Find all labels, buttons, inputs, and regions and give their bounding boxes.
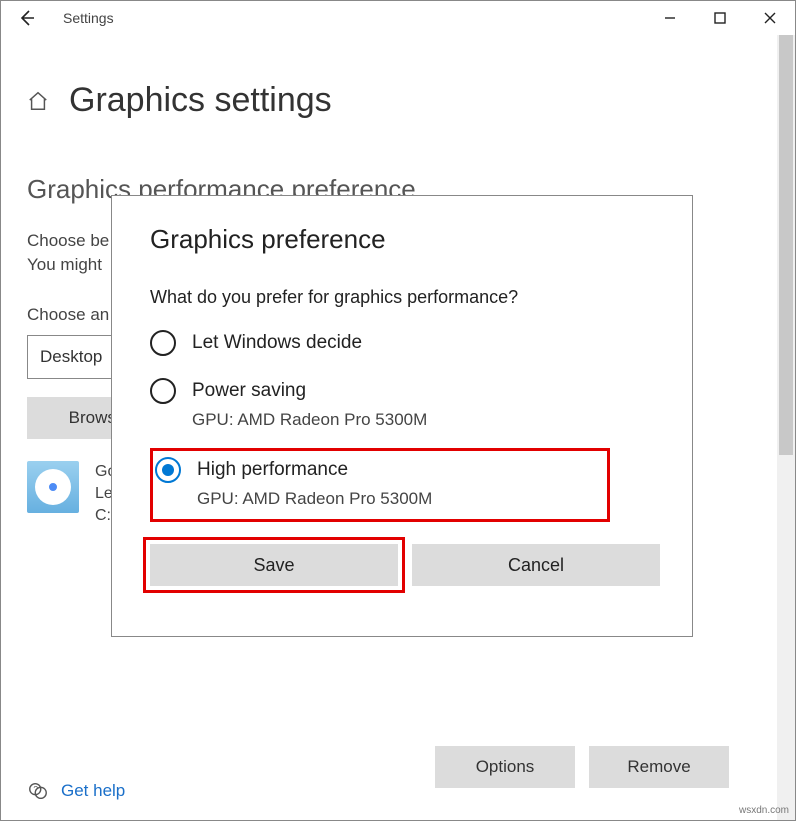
- option-label: High performance: [197, 459, 348, 481]
- select-value: Desktop: [40, 347, 102, 367]
- close-button[interactable]: [745, 1, 795, 35]
- window-controls: [645, 1, 795, 35]
- help-icon: ?: [27, 780, 49, 802]
- dialog-buttons: Save Cancel: [150, 544, 660, 586]
- get-help-link[interactable]: Get help: [61, 781, 125, 801]
- cancel-button[interactable]: Cancel: [412, 544, 660, 586]
- dialog-question: What do you prefer for graphics performa…: [150, 287, 660, 308]
- dialog-title: Graphics preference: [150, 224, 660, 255]
- home-icon[interactable]: [27, 90, 49, 112]
- radio-icon: [150, 330, 176, 356]
- option-label: Let Windows decide: [192, 332, 362, 354]
- radio-icon-selected: [155, 457, 181, 483]
- remove-button[interactable]: Remove: [589, 746, 729, 788]
- settings-window: Settings Graphics settings Graphics perf…: [0, 0, 796, 821]
- app-action-buttons: Options Remove: [27, 746, 769, 788]
- option-let-windows-decide[interactable]: Let Windows decide: [150, 330, 660, 356]
- option-high-performance[interactable]: High performance: [155, 457, 599, 483]
- minimize-button[interactable]: [645, 1, 695, 35]
- high-performance-gpu: GPU: AMD Radeon Pro 5300M: [197, 489, 599, 509]
- maximize-button[interactable]: [695, 1, 745, 35]
- page-title: Graphics settings: [69, 81, 332, 120]
- graphics-preference-dialog: Graphics preference What do you prefer f…: [111, 195, 693, 637]
- save-button[interactable]: Save: [150, 544, 398, 586]
- help-row: ? Get help: [27, 780, 125, 802]
- power-saving-gpu: GPU: AMD Radeon Pro 5300M: [192, 410, 660, 430]
- radio-icon: [150, 378, 176, 404]
- arrow-left-icon: [17, 8, 37, 28]
- vertical-scrollbar[interactable]: [777, 35, 795, 820]
- option-label: Power saving: [192, 380, 306, 402]
- highlight-box: High performance GPU: AMD Radeon Pro 530…: [150, 448, 610, 522]
- options-button[interactable]: Options: [435, 746, 575, 788]
- scrollbar-thumb[interactable]: [779, 35, 793, 455]
- back-button[interactable]: [9, 1, 45, 35]
- svg-text:?: ?: [33, 785, 38, 794]
- watermark: wsxdn.com: [739, 805, 789, 816]
- titlebar: Settings: [1, 1, 795, 35]
- window-title: Settings: [63, 10, 114, 26]
- chrome-icon: [27, 461, 79, 513]
- option-power-saving[interactable]: Power saving: [150, 378, 660, 404]
